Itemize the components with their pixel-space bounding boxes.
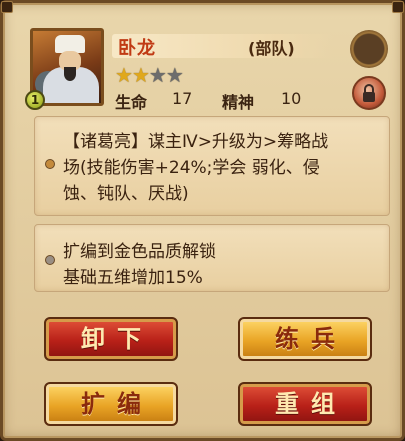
upgrade-line: 扩编到金色品质解锁 xyxy=(63,242,216,262)
corner-ornament xyxy=(392,1,404,13)
spirit-value: 10 xyxy=(281,89,302,108)
star-icon: ★ xyxy=(148,63,167,87)
equipment-slot-icon[interactable] xyxy=(350,30,388,68)
star-icon: ★ xyxy=(165,63,184,87)
star-icon: ★ xyxy=(115,63,133,87)
expand-button[interactable]: 扩编 xyxy=(44,382,178,426)
star-rating: ★★★★ xyxy=(115,63,184,87)
level-badge-icon: 1 xyxy=(25,90,45,110)
skill-line: 场(技能伤害+24%;学会 弱化、侵 xyxy=(63,158,320,178)
bullet-icon xyxy=(45,255,55,265)
unequip-button[interactable]: 卸下 xyxy=(44,317,178,361)
corner-ornament xyxy=(1,1,13,13)
reorganize-button[interactable]: 重组 xyxy=(238,382,372,426)
unit-type-label: (部队) xyxy=(248,39,295,58)
lock-icon[interactable] xyxy=(352,76,386,110)
skill-line: 蚀、钝队、厌战) xyxy=(63,184,189,204)
skill-description-box: 【诸葛亮】谋主Ⅳ>升级为>筹略战 场(技能伤害+24%;学会 弱化、侵 蚀、钝队… xyxy=(34,116,390,216)
upgrade-info-box: 扩编到金色品质解锁 基础五维增加15% xyxy=(34,224,390,292)
hero-name: 卧龙 xyxy=(118,38,156,59)
hp-value: 17 xyxy=(172,89,193,108)
star-icon: ★ xyxy=(131,63,150,87)
train-button[interactable]: 练兵 xyxy=(238,317,372,361)
skill-line: 【诸葛亮】谋主Ⅳ>升级为>筹略战 xyxy=(63,132,329,152)
upgrade-line: 基础五维增加15% xyxy=(63,268,203,288)
hp-label: 生命 xyxy=(115,93,148,112)
bullet-icon xyxy=(45,159,55,169)
spirit-label: 精神 xyxy=(222,93,255,112)
